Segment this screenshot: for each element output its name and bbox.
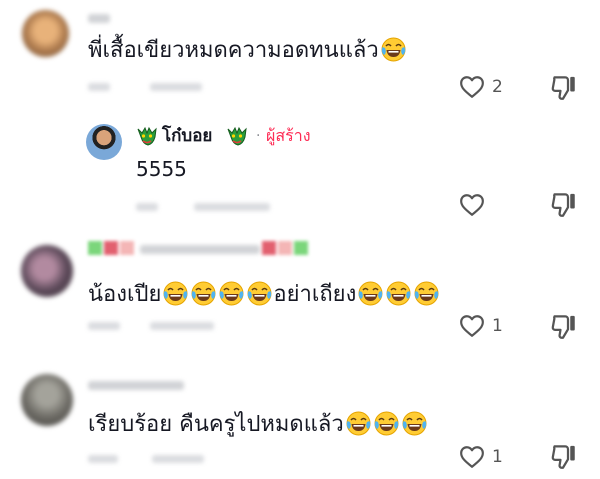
avatar[interactable]	[86, 124, 122, 160]
comment-text: พี่เสื้อเขียวหมดความอดทนแล้ว	[88, 36, 407, 64]
laughing-tears-emoji	[163, 281, 189, 306]
avatar[interactable]	[22, 10, 69, 57]
dragon-emoji	[227, 127, 247, 146]
reply-author-name[interactable]: โก๋บอย	[162, 125, 212, 147]
laughing-tears-emoji	[401, 411, 427, 436]
thumbs-down-icon[interactable]	[550, 191, 577, 218]
thumbs-down-icon[interactable]	[550, 443, 577, 470]
laughing-tears-emoji	[219, 281, 245, 306]
like-count: 1	[492, 447, 503, 467]
timestamp	[88, 322, 120, 330]
thumbs-down-icon[interactable]	[550, 313, 577, 340]
heart-outline-icon[interactable]	[458, 444, 486, 470]
creator-label: ผู้สร้าง	[266, 126, 311, 145]
avatar[interactable]	[21, 374, 73, 426]
thumbs-down-icon[interactable]	[550, 74, 577, 101]
username[interactable]	[88, 14, 110, 23]
reply-link[interactable]	[194, 203, 270, 211]
comment-text: น้องเปีย อย่าเถียง	[88, 280, 440, 308]
heart-outline-icon[interactable]	[458, 74, 486, 100]
laughing-tears-emoji	[345, 411, 371, 436]
laughing-tears-emoji	[380, 37, 406, 62]
timestamp	[88, 455, 118, 463]
comment-text: เรียบร้อย คืนครูไปหมดแล้ว	[88, 410, 428, 438]
like-count: 2	[492, 77, 503, 97]
laughing-tears-emoji	[247, 281, 273, 306]
laughing-tears-emoji	[191, 281, 217, 306]
laughing-tears-emoji	[386, 281, 412, 306]
dragon-emoji	[137, 127, 157, 146]
username[interactable]	[88, 381, 184, 390]
heart-outline-icon[interactable]	[458, 192, 486, 218]
timestamp	[136, 203, 158, 211]
like-count: 1	[492, 316, 503, 336]
username[interactable]	[140, 245, 260, 254]
avatar[interactable]	[21, 245, 73, 297]
laughing-tears-emoji	[358, 281, 384, 306]
username-stickers[interactable]	[262, 241, 308, 255]
reply-text: 5555	[136, 157, 187, 181]
laughing-tears-emoji	[414, 281, 440, 306]
laughing-tears-emoji	[373, 411, 399, 436]
reply-link[interactable]	[150, 83, 202, 91]
separator-dot: ·	[256, 128, 261, 144]
reply-link[interactable]	[150, 322, 214, 330]
reply-link[interactable]	[152, 455, 204, 463]
username-stickers[interactable]	[88, 241, 134, 255]
heart-outline-icon[interactable]	[458, 313, 486, 339]
timestamp	[88, 83, 110, 91]
